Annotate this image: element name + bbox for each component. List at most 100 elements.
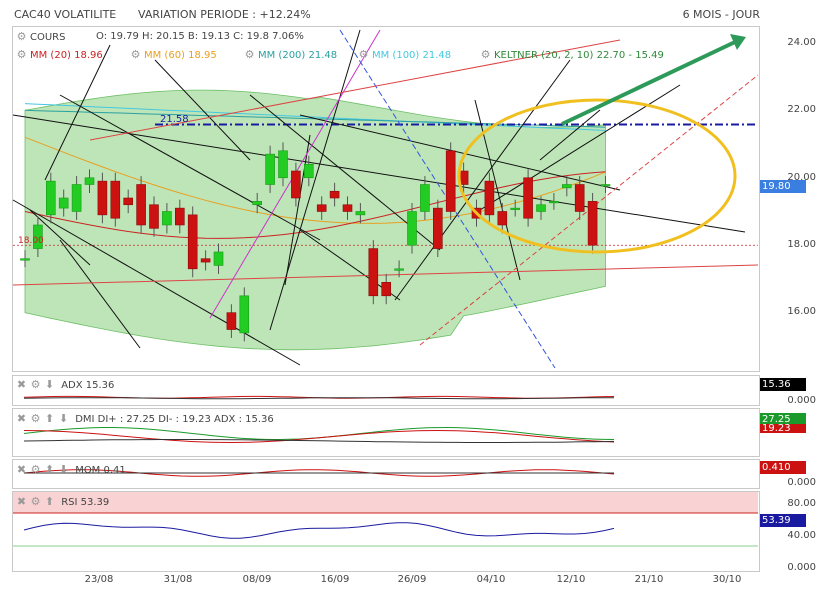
mm60-legend: ⚙ MM (60) 18.95	[130, 49, 217, 61]
rsi-badge: 53.39	[760, 514, 806, 527]
mm200-label: MM (200) 21.48	[258, 50, 338, 61]
gear-icon[interactable]: ⚙	[30, 496, 41, 507]
candle-body	[84, 177, 95, 185]
gear-icon[interactable]: ⚙	[16, 31, 27, 42]
mom-legend: ✖ ⚙ ⬆ ⬇ MOM 0.41	[16, 464, 126, 476]
mm100-legend: ⚙ MM (100) 21.48	[358, 49, 452, 61]
last-price-badge: 19.80	[760, 180, 806, 193]
candle-body	[213, 251, 224, 266]
y-tick: 22.00	[787, 104, 816, 115]
arrow-up-icon[interactable]: ⬆	[44, 464, 55, 475]
candle-body	[587, 201, 598, 246]
x-tick: 26/09	[397, 574, 427, 585]
mom-zero-tick: 0.000	[787, 477, 816, 488]
rsi-tick-40: 40.00	[787, 530, 816, 541]
gear-icon[interactable]: ⚙	[16, 49, 27, 60]
rsi-overbought-zone	[13, 492, 758, 513]
gear-icon[interactable]: ⚙	[130, 49, 141, 60]
rsi-line	[23, 522, 615, 539]
close-icon[interactable]: ✖	[16, 379, 27, 390]
candle-body	[484, 180, 495, 216]
candle-body	[58, 197, 69, 209]
candle-body	[252, 201, 262, 206]
mm200-legend: ⚙ MM (200) 21.48	[244, 49, 338, 61]
candle-body	[510, 207, 521, 210]
close-icon[interactable]: ✖	[16, 464, 27, 475]
y-tick: 18.00	[787, 239, 816, 250]
x-tick: 31/08	[163, 574, 193, 585]
candle-body	[149, 204, 159, 229]
gear-icon[interactable]: ⚙	[30, 379, 41, 390]
candle-body	[574, 184, 585, 212]
candle-body	[110, 180, 121, 219]
close-icon[interactable]: ✖	[16, 496, 27, 507]
adx-title: ADX	[61, 380, 83, 391]
x-tick: 04/10	[476, 574, 506, 585]
candle-body	[549, 201, 559, 204]
candle-body	[45, 180, 56, 216]
candle-body	[265, 153, 275, 185]
x-tick: 23/08	[84, 574, 114, 585]
gear-icon[interactable]: ⚙	[244, 49, 255, 60]
candle-body	[394, 268, 404, 271]
candle-body	[523, 177, 533, 219]
candle-body	[97, 180, 108, 216]
candle-body	[303, 163, 314, 179]
rsi-value: 53.39	[80, 497, 110, 508]
x-tick: 08/09	[242, 574, 272, 585]
chart-canvas[interactable]	[0, 0, 822, 597]
y-tick: 16.00	[787, 306, 816, 317]
mm60-label: MM (60) 18.95	[144, 50, 217, 61]
adx-legend: ✖ ⚙ ⬇ ADX 15.36	[16, 379, 115, 391]
candle-body	[316, 204, 327, 212]
candle-body	[226, 312, 237, 330]
x-tick: 16/09	[320, 574, 350, 585]
arrow-down-icon[interactable]: ⬇	[58, 464, 69, 475]
dmi-title: DMI	[75, 414, 95, 425]
candle-body	[536, 204, 546, 212]
candle-body	[561, 184, 572, 189]
candle-body	[136, 184, 146, 226]
dmi-legend: ✖ ⚙ ⬆ ⬇ DMI DI+ : 27.25 DI- : 19.23 ADX : 1…	[16, 413, 274, 425]
candle-body	[381, 282, 392, 297]
arrow-down-icon[interactable]: ⬇	[44, 379, 55, 390]
mm100-label: MM (100) 21.48	[372, 50, 452, 61]
candle-body	[200, 258, 211, 263]
adx-zero-tick: 0.000	[787, 395, 816, 406]
candle-body	[123, 197, 133, 206]
arrow-up-icon[interactable]: ⬆	[44, 496, 55, 507]
dmi-minus-badge: 19.23	[760, 424, 806, 433]
candle-body	[187, 214, 198, 270]
dmi-adx-line	[23, 439, 615, 443]
y-tick: 24.00	[787, 37, 816, 48]
candle-body	[291, 170, 301, 199]
gear-icon[interactable]: ⚙	[30, 413, 41, 424]
mom-value: 0.41	[103, 465, 126, 476]
keltner-legend: ⚙ KELTNER (20, 2, 10) 22.70 - 15.49	[480, 49, 664, 61]
close-icon[interactable]: ✖	[16, 413, 27, 424]
gear-icon[interactable]: ⚙	[30, 464, 41, 475]
gear-icon[interactable]: ⚙	[480, 49, 491, 60]
cours-label: COURS	[30, 32, 66, 43]
candle-body	[20, 258, 30, 261]
gear-icon[interactable]: ⚙	[358, 49, 369, 60]
candle-body	[355, 211, 366, 216]
adx-value: 15.36	[85, 380, 115, 391]
mom-title: MOM	[75, 465, 101, 476]
candle-body	[420, 184, 430, 212]
rsi-tick-80: 80.00	[787, 498, 816, 509]
arrow-up-icon[interactable]: ⬆	[44, 413, 55, 424]
rsi-legend: ✖ ⚙ ⬆ RSI 53.39	[16, 496, 109, 508]
arrow-down-icon[interactable]: ⬇	[58, 413, 69, 424]
candle-body	[329, 190, 340, 199]
keltner-label: KELTNER (20, 2, 10) 22.70 - 15.49	[494, 50, 664, 61]
mom-badge: 0.410	[760, 461, 806, 474]
candle-body	[239, 295, 250, 334]
candle-body	[600, 184, 611, 187]
cours-legend: ⚙ COURS	[16, 31, 66, 43]
dmi-values: DI+ : 27.25 DI- : 19.23 ADX : 15.36	[97, 414, 274, 425]
candle-body	[445, 150, 456, 212]
candle-body	[368, 248, 379, 297]
candle-body	[497, 211, 508, 226]
level-label-21-58: 21.58	[160, 114, 189, 125]
